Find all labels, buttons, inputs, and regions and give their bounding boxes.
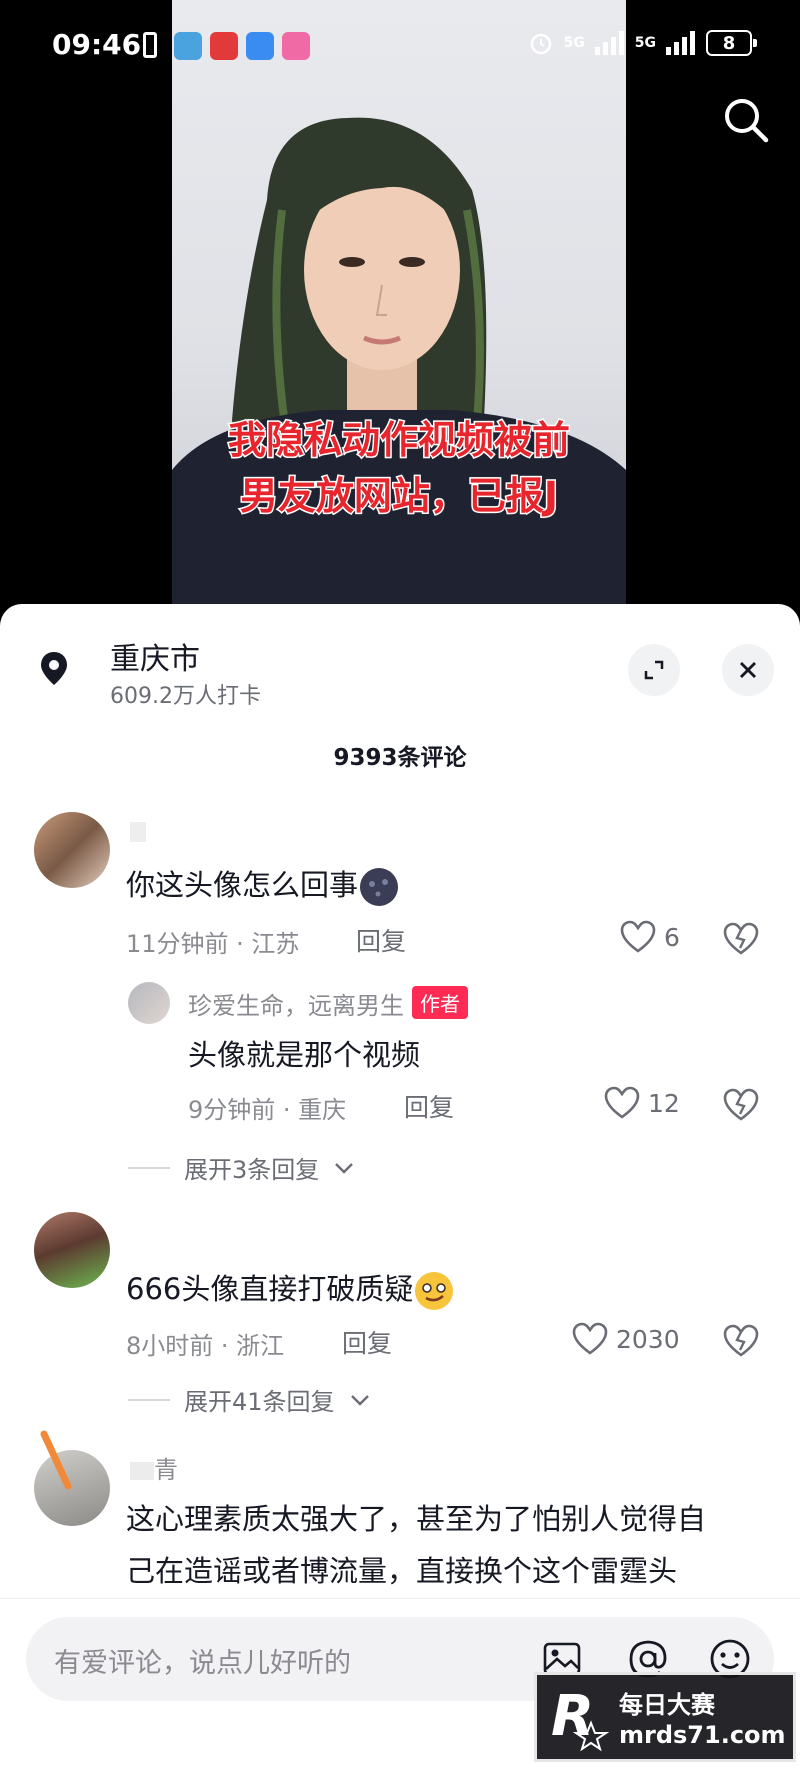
like-button-1-1[interactable]: 12 bbox=[604, 1086, 680, 1120]
comments-panel: 重庆市 609.2万人打卡 9393条评论 你这头像怎么回事 11分钟前 · 江… bbox=[0, 604, 800, 1766]
alarm-icon bbox=[530, 33, 551, 55]
heart-icon bbox=[620, 920, 656, 953]
svg-text:R: R bbox=[551, 1684, 594, 1749]
comment-text-1: 你这头像怎么回事 bbox=[126, 862, 400, 908]
signal-icon bbox=[594, 31, 624, 55]
close-icon bbox=[740, 662, 756, 678]
close-panel-button[interactable] bbox=[722, 644, 774, 696]
person-in-video bbox=[172, 117, 626, 620]
bilibili-icon bbox=[282, 32, 310, 60]
network-type-2: 5G bbox=[634, 35, 656, 51]
like-count-1: 6 bbox=[664, 922, 680, 952]
message-app-icon bbox=[246, 32, 274, 60]
avatar-stroke-decoration bbox=[40, 1430, 72, 1490]
commenter-name-1-blurred[interactable] bbox=[130, 822, 146, 842]
watermark-logo-icon: R bbox=[551, 1684, 610, 1752]
signal-icon-2 bbox=[666, 31, 695, 55]
location-name[interactable]: 重庆市 bbox=[110, 634, 200, 678]
reply-button-1[interactable]: 回复 bbox=[356, 922, 406, 958]
dislike-icon[interactable] bbox=[722, 1322, 760, 1360]
emoji-smirk-icon bbox=[415, 1272, 454, 1310]
reply-button-1-1[interactable]: 回复 bbox=[404, 1088, 454, 1124]
video-player[interactable]: 我隐私动作视频被前男友放网站，已报J 09:46 5G 5G 8 bbox=[0, 0, 800, 620]
status-bar: 09:46 5G 5G 8 bbox=[0, 24, 800, 70]
network-type-1: 5G bbox=[563, 35, 585, 51]
comment-count-header: 9393条评论 bbox=[333, 745, 467, 771]
search-icon[interactable] bbox=[718, 92, 774, 148]
like-button-2[interactable]: 2030 bbox=[572, 1322, 680, 1356]
author-avatar[interactable] bbox=[128, 982, 170, 1024]
status-right-group: 5G 5G 8 bbox=[528, 30, 757, 56]
battery-indicator: 8 bbox=[706, 30, 757, 56]
commenter-name-3[interactable]: 青 bbox=[130, 1450, 178, 1485]
emoji-moon-face-icon bbox=[360, 868, 399, 906]
reply-button-2[interactable]: 回复 bbox=[342, 1324, 392, 1360]
expand-replies-label-1: 展开3条回复 bbox=[184, 1156, 320, 1184]
netease-music-icon bbox=[210, 32, 238, 60]
comment-text-3-line1: 这心理素质太强大了，甚至为了怕别人觉得自 bbox=[126, 1502, 707, 1536]
chevron-down-icon bbox=[350, 1394, 369, 1406]
reply-text-1: 头像就是那个视频 bbox=[188, 1038, 421, 1072]
expand-icon bbox=[644, 660, 664, 680]
location-checkins: 609.2万人打卡 bbox=[110, 684, 261, 709]
comment-text-3-line2: 己在造谣或者博流量，直接换个这个雷霆头 bbox=[126, 1554, 678, 1588]
battery-alert-icon bbox=[143, 32, 157, 58]
heart-icon bbox=[604, 1086, 640, 1119]
like-count-1-1: 12 bbox=[648, 1088, 680, 1118]
expand-replies-label-2: 展开41条回复 bbox=[184, 1388, 335, 1416]
reply-meta-1: 9分钟前 · 重庆 bbox=[188, 1096, 347, 1124]
like-button-1[interactable]: 6 bbox=[620, 920, 680, 954]
author-badge: 作者 bbox=[412, 986, 468, 1019]
commenter-avatar-1[interactable] bbox=[34, 812, 110, 888]
expand-replies-1[interactable]: 展开3条回复 bbox=[128, 1150, 355, 1185]
dislike-icon[interactable] bbox=[722, 1086, 760, 1124]
divider-dash bbox=[128, 1166, 170, 1169]
dislike-icon[interactable] bbox=[722, 920, 760, 958]
divider-dash bbox=[128, 1398, 170, 1401]
comment-input-placeholder: 有爱评论，说点儿好听的 bbox=[54, 1648, 351, 1679]
chevron-down-icon bbox=[335, 1162, 354, 1174]
watermark-url: mrds71.com bbox=[619, 1721, 786, 1749]
status-time: 09:46 bbox=[52, 28, 142, 61]
commenter-avatar-2[interactable] bbox=[34, 1212, 110, 1288]
comment-meta-2: 8小时前 · 浙江 bbox=[126, 1332, 285, 1360]
name-blur bbox=[130, 1462, 154, 1480]
reply-author-name[interactable]: 珍爱生命，远离男生 作者 bbox=[188, 986, 468, 1021]
watermark-title: 每日大赛 bbox=[619, 1691, 715, 1719]
like-count-2: 2030 bbox=[616, 1324, 680, 1354]
location-pin-icon bbox=[41, 652, 67, 685]
expand-replies-2[interactable]: 展开41条回复 bbox=[128, 1382, 371, 1417]
comment-text-2: 666头像直接打破质疑 bbox=[126, 1266, 455, 1312]
app-notification-icon bbox=[174, 32, 202, 60]
comment-meta-1: 11分钟前 · 江苏 bbox=[126, 930, 300, 958]
battery-level: 8 bbox=[722, 32, 736, 54]
site-watermark: R 每日大赛 mrds71.com bbox=[534, 1672, 796, 1762]
video-caption: 我隐私动作视频被前男友放网站，已报J bbox=[226, 417, 571, 520]
expand-panel-button[interactable] bbox=[628, 644, 680, 696]
video-frame: 我隐私动作视频被前男友放网站，已报J bbox=[172, 0, 626, 620]
heart-icon bbox=[572, 1322, 608, 1355]
